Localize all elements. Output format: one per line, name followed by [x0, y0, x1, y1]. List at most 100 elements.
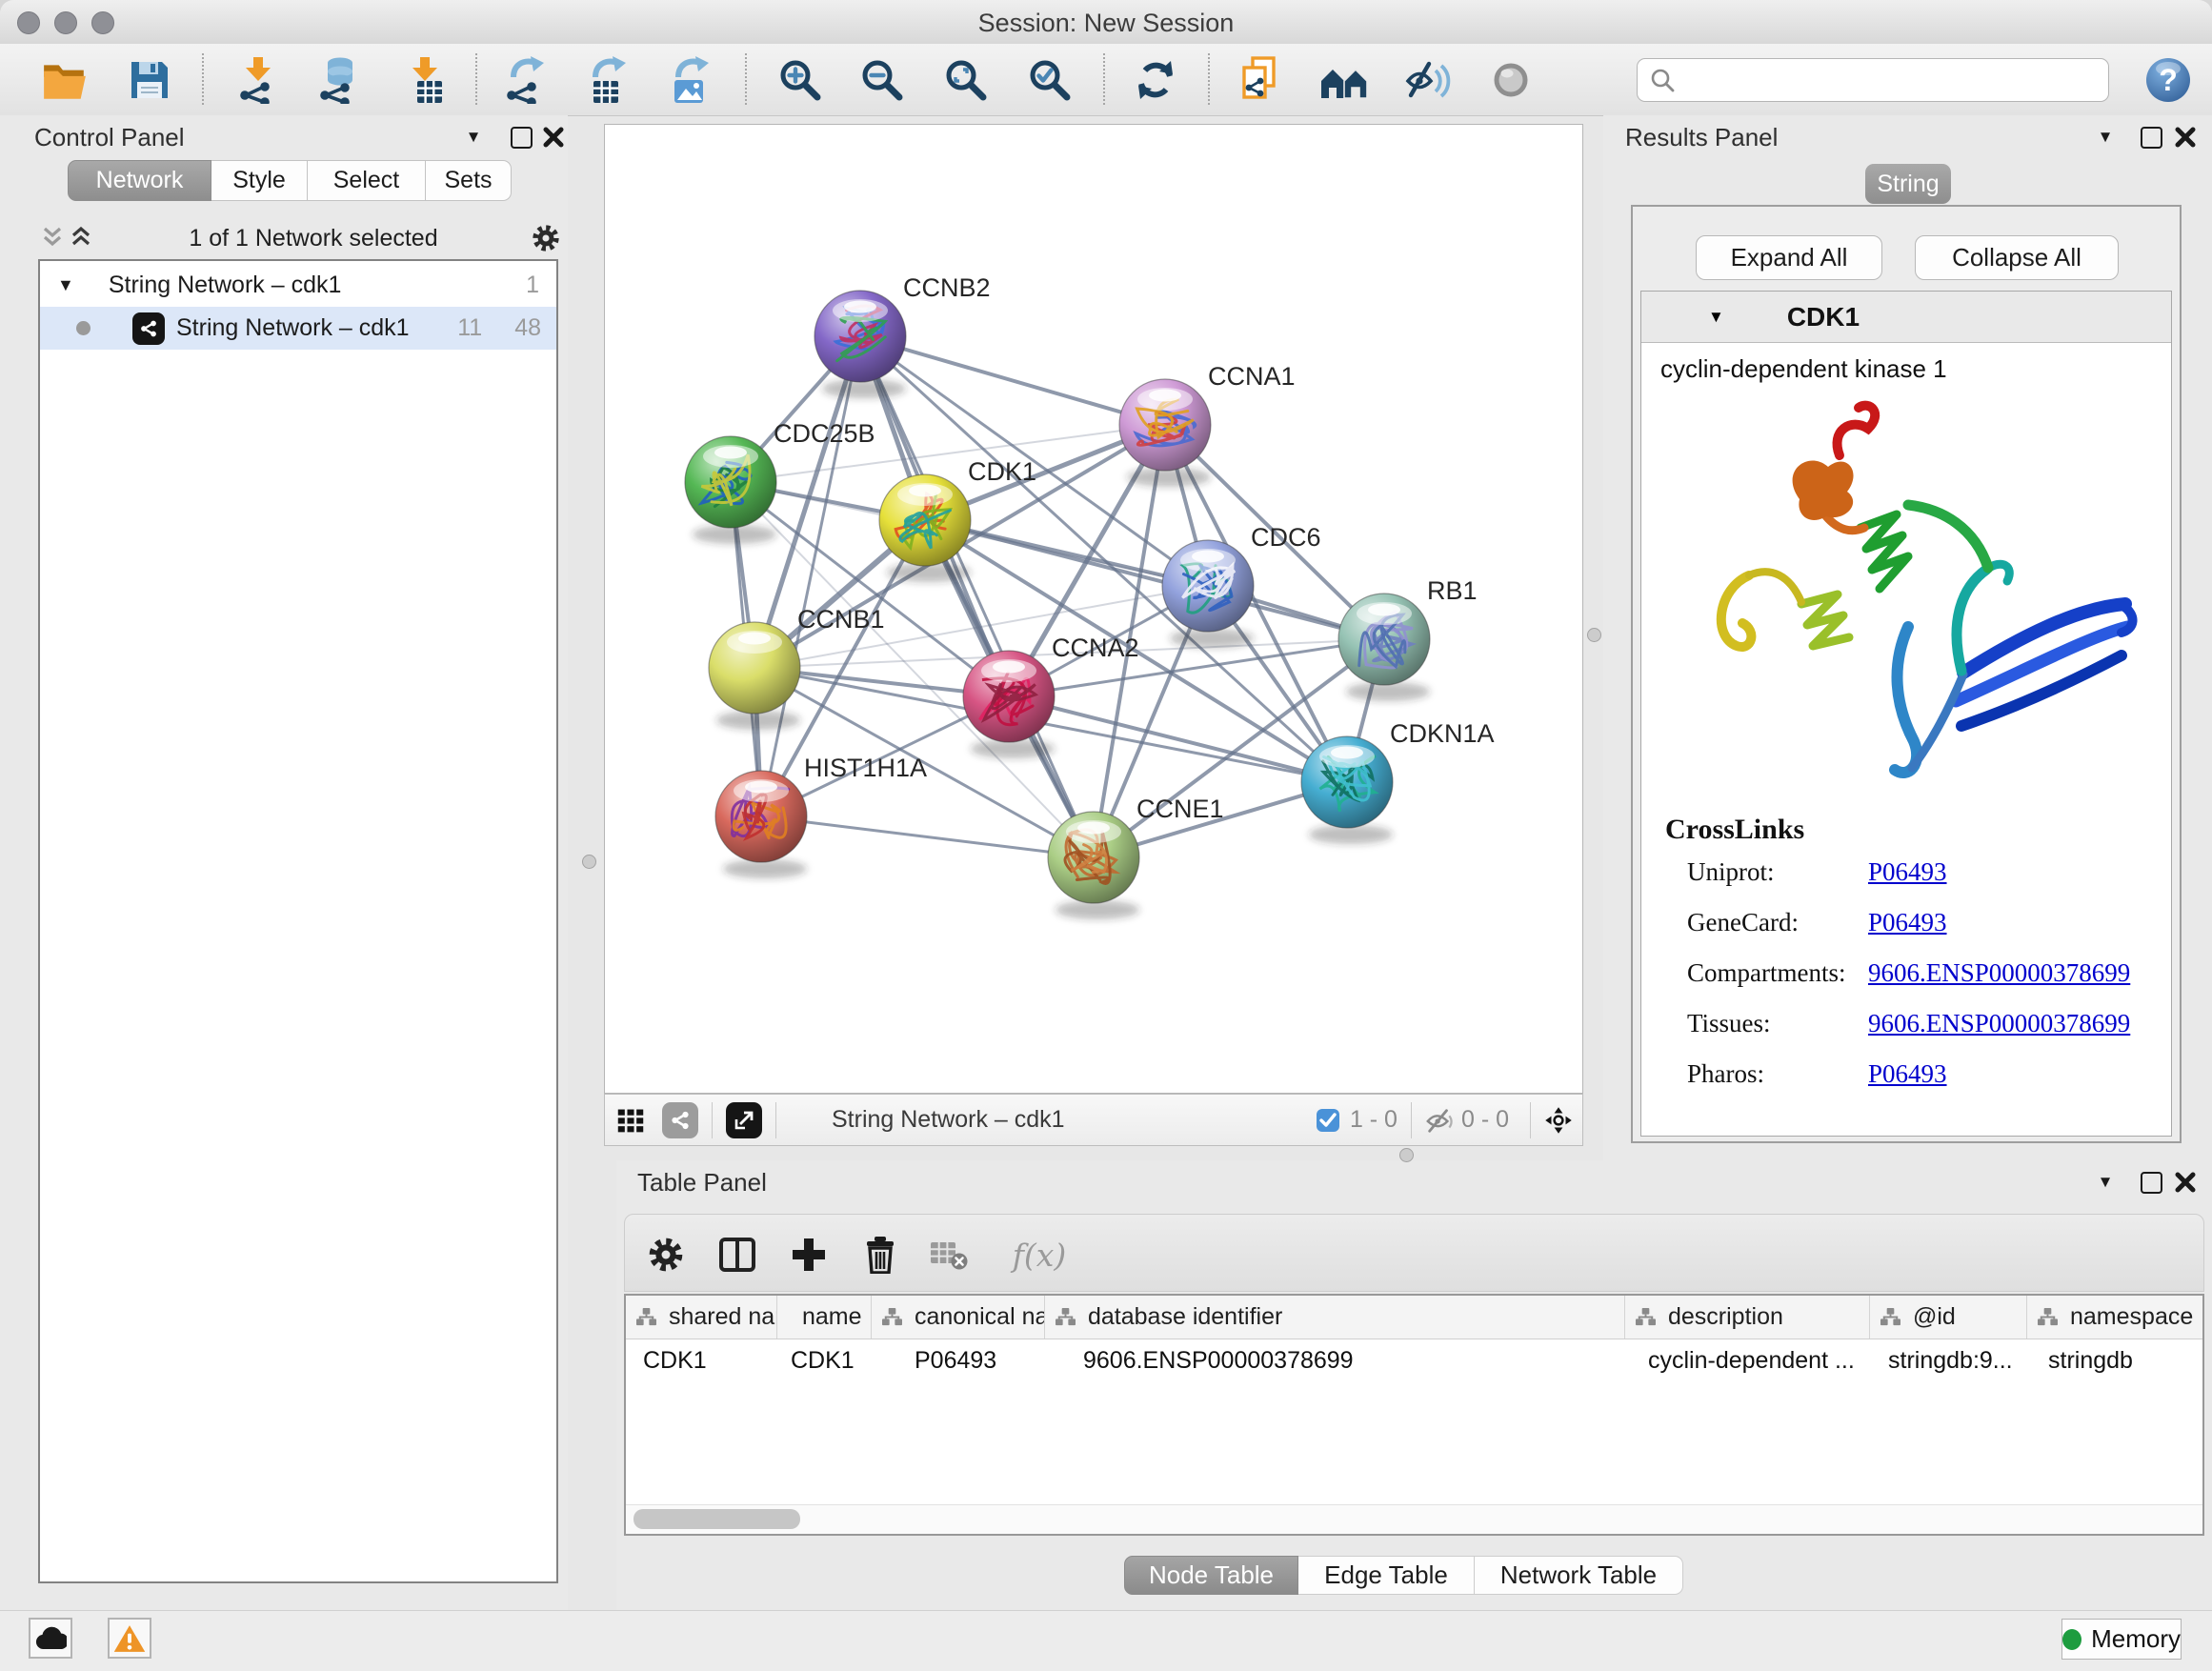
- table-options-button[interactable]: [639, 1228, 693, 1281]
- tree-expander-icon[interactable]: ▼: [57, 275, 74, 295]
- network-selected-status: 1 of 1 Network selected: [95, 225, 532, 252]
- control-panel-float-button[interactable]: ▼: [459, 123, 488, 151]
- tab-style[interactable]: Style: [211, 160, 308, 201]
- column-header-shared-name[interactable]: shared name: [626, 1296, 777, 1339]
- collapse-all-button[interactable]: Collapse All: [1915, 235, 2119, 280]
- scrollbar-thumb[interactable]: [633, 1509, 800, 1529]
- function-builder-button[interactable]: f(x): [996, 1228, 1082, 1281]
- fx-icon: f(x): [1013, 1237, 1067, 1274]
- import-network-from-database-button[interactable]: [311, 51, 366, 109]
- results-panel-float-button[interactable]: ▼: [2091, 123, 2120, 151]
- table-panel-float-button[interactable]: ▼: [2091, 1168, 2120, 1197]
- zoom-selected-button[interactable]: [1022, 51, 1077, 109]
- birdseye-grid-button[interactable]: [616, 1106, 645, 1135]
- export-network-button[interactable]: [497, 51, 553, 109]
- export-table-button[interactable]: [579, 51, 634, 109]
- delete-table-button[interactable]: [922, 1228, 975, 1281]
- network-node-CCNB2[interactable]: [814, 291, 906, 398]
- tab-string[interactable]: String: [1865, 164, 1951, 204]
- gene-card-header[interactable]: ▼ CDK1: [1641, 292, 2171, 343]
- open-session-button[interactable]: [37, 51, 92, 109]
- hide-selected-button[interactable]: [1400, 51, 1456, 109]
- network-node-CCNE1[interactable]: [1048, 812, 1139, 919]
- first-neighbors-button[interactable]: [1317, 51, 1372, 109]
- table-cell: P06493: [872, 1339, 1045, 1382]
- splitter-handle[interactable]: [1587, 628, 1601, 642]
- control-panel-maximize-button[interactable]: [507, 123, 535, 151]
- create-column-button[interactable]: [782, 1228, 835, 1281]
- show-columns-button[interactable]: [711, 1228, 764, 1281]
- column-header-database-identifier[interactable]: database identifier: [1045, 1296, 1625, 1339]
- column-header-canonical-name[interactable]: canonical name: [872, 1296, 1045, 1339]
- column-header-id[interactable]: @id: [1870, 1296, 2027, 1339]
- expand-all-button[interactable]: Expand All: [1696, 235, 1882, 280]
- network-view-canvas[interactable]: CCNB2CCNA1CDC25BCDK1CDC6RB1CCNB1CCNA2CDK…: [604, 124, 1583, 1094]
- import-network-from-file-button[interactable]: [231, 51, 286, 109]
- zoom-in-button[interactable]: [773, 51, 828, 109]
- delete-column-button[interactable]: [854, 1228, 907, 1281]
- splitter-handle[interactable]: [1399, 1148, 1414, 1162]
- tab-select[interactable]: Select: [308, 160, 426, 201]
- string-style-button[interactable]: [662, 1102, 698, 1138]
- crosslink-link[interactable]: P06493: [1868, 1059, 1947, 1089]
- help-button[interactable]: ?: [2141, 51, 2196, 109]
- zoom-fit-button[interactable]: [938, 51, 994, 109]
- results-panel-maximize-button[interactable]: [2137, 123, 2165, 151]
- hidden-elements-button[interactable]: [1425, 1106, 1454, 1135]
- birdseye-toggle-button[interactable]: [1544, 1106, 1573, 1135]
- tab-edge-table[interactable]: Edge Table: [1298, 1556, 1475, 1595]
- splitter-handle[interactable]: [582, 855, 596, 869]
- memory-status-dot-icon: [2062, 1629, 2081, 1650]
- network-node-HIST1H1A[interactable]: [715, 771, 807, 878]
- network-collection-row[interactable]: ▼ String Network – cdk1 1: [40, 264, 556, 307]
- tab-sets[interactable]: Sets: [426, 160, 512, 201]
- warnings-button[interactable]: [108, 1618, 151, 1659]
- save-session-button[interactable]: [122, 51, 177, 109]
- network-node-CDC6[interactable]: [1162, 540, 1254, 648]
- export-image-button[interactable]: [662, 51, 717, 109]
- collapse-all-networks-button[interactable]: [38, 224, 67, 252]
- network-edge[interactable]: [761, 336, 860, 816]
- selected-nodes-checkbox[interactable]: [1314, 1106, 1342, 1135]
- new-network-from-selection-button[interactable]: [1232, 51, 1287, 109]
- table-panel-close-button[interactable]: [2171, 1168, 2200, 1197]
- column-header-description[interactable]: description: [1625, 1296, 1870, 1339]
- collapse-section-icon[interactable]: ▼: [1708, 308, 1724, 327]
- table-panel-maximize-button[interactable]: [2137, 1168, 2165, 1197]
- tab-network[interactable]: Network: [68, 160, 211, 201]
- network-node-RB1[interactable]: [1338, 594, 1430, 701]
- crosslink-link[interactable]: P06493: [1868, 857, 1947, 887]
- table-header-row: shared namename canonical namedatabase id…: [626, 1296, 2204, 1339]
- memory-button[interactable]: Memory: [2061, 1619, 2182, 1660]
- apply-layout-button[interactable]: [1128, 51, 1183, 109]
- crosslink-link[interactable]: P06493: [1868, 908, 1947, 937]
- import-table-from-file-button[interactable]: [397, 51, 452, 109]
- horizontal-scrollbar[interactable]: [626, 1504, 2202, 1534]
- column-header-namespace[interactable]: namespace: [2027, 1296, 2204, 1339]
- graphics-details-button[interactable]: [1483, 51, 1538, 109]
- network-node-CDK1[interactable]: [879, 474, 971, 582]
- open-in-browser-button[interactable]: [726, 1102, 762, 1138]
- control-panel-close-button[interactable]: [539, 123, 568, 151]
- table-row[interactable]: CDK1CDK1P064939606.ENSP00000378699cyclin…: [626, 1339, 2204, 1382]
- crosslink-link[interactable]: 9606.ENSP00000378699: [1868, 958, 2130, 988]
- network-edge[interactable]: [761, 816, 1094, 857]
- network-options-button[interactable]: [532, 224, 560, 252]
- tab-node-table[interactable]: Node Table: [1124, 1556, 1298, 1595]
- column-label: canonical name: [915, 1303, 1045, 1331]
- network-edge[interactable]: [860, 336, 1165, 425]
- results-panel-close-button[interactable]: [2171, 123, 2200, 151]
- network-node-CCNB1[interactable]: [709, 622, 800, 730]
- expand-all-networks-button[interactable]: [67, 224, 95, 252]
- search-input[interactable]: [1683, 66, 2108, 94]
- zoom-out-button[interactable]: [855, 51, 910, 109]
- tab-network-table[interactable]: Network Table: [1475, 1556, 1683, 1595]
- crosslink-link[interactable]: 9606.ENSP00000378699: [1868, 1009, 2130, 1038]
- network-node-CCNA2[interactable]: [963, 651, 1055, 758]
- network-node-CCNA1[interactable]: [1119, 379, 1211, 487]
- network-row[interactable]: String Network – cdk1 11 48: [40, 307, 556, 350]
- network-node-CDKN1A[interactable]: [1301, 736, 1393, 844]
- cloud-status-button[interactable]: [29, 1618, 72, 1659]
- column-header-name[interactable]: name: [777, 1296, 872, 1339]
- network-node-CDC25B[interactable]: [685, 436, 776, 544]
